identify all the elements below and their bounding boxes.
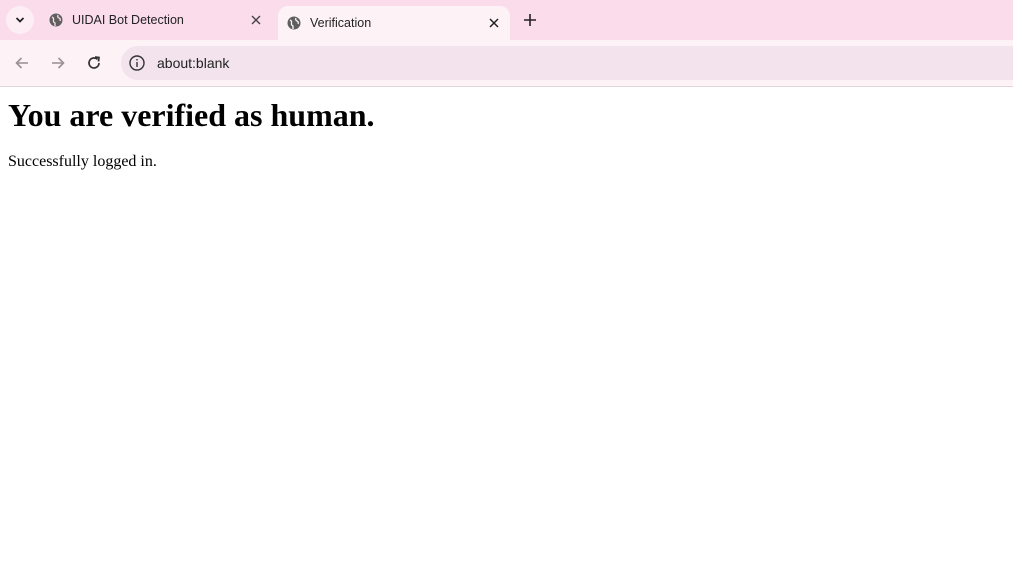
tab-verification[interactable]: Verification bbox=[278, 6, 510, 40]
new-tab-button[interactable] bbox=[520, 10, 540, 30]
globe-icon bbox=[49, 13, 63, 27]
reload-icon bbox=[88, 56, 100, 69]
chevron-down-icon bbox=[15, 17, 25, 23]
tab-search-button[interactable] bbox=[6, 6, 34, 34]
page-heading: You are verified as human. bbox=[8, 97, 375, 133]
globe-icon bbox=[287, 16, 301, 30]
url-text[interactable]: about:blank bbox=[157, 55, 229, 71]
arrow-right-icon bbox=[52, 57, 65, 69]
tab-uidai-bot-detection[interactable]: UIDAI Bot Detection bbox=[40, 0, 272, 40]
tab-strip: UIDAI Bot Detection Verification bbox=[0, 0, 1013, 40]
plus-icon bbox=[524, 14, 536, 26]
back-button[interactable] bbox=[12, 53, 32, 73]
info-icon[interactable] bbox=[128, 54, 146, 72]
status-message: Successfully logged in. bbox=[8, 153, 157, 170]
address-bar[interactable]: about:blank bbox=[121, 46, 1013, 80]
page-content: You are verified as human. Successfully … bbox=[0, 87, 1013, 569]
forward-button[interactable] bbox=[48, 53, 68, 73]
close-icon[interactable] bbox=[250, 14, 262, 26]
arrow-left-icon bbox=[15, 57, 28, 69]
close-icon[interactable] bbox=[488, 17, 500, 29]
tab-title: UIDAI Bot Detection bbox=[72, 13, 184, 27]
toolbar: about:blank bbox=[0, 40, 1013, 87]
tab-title: Verification bbox=[310, 16, 372, 30]
reload-button[interactable] bbox=[84, 53, 104, 73]
